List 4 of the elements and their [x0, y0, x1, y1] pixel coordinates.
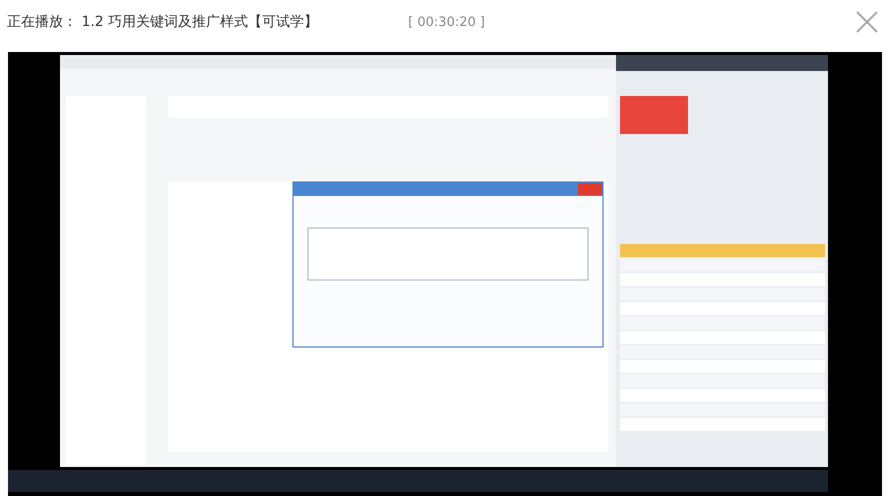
playback-time: [ 00:30:20 ]: [408, 14, 485, 30]
close-button[interactable]: [854, 9, 880, 35]
close-icon: [854, 9, 880, 35]
now-playing-title: 正在播放： 1.2 巧用关键词及推广样式【可试学】: [7, 13, 318, 31]
